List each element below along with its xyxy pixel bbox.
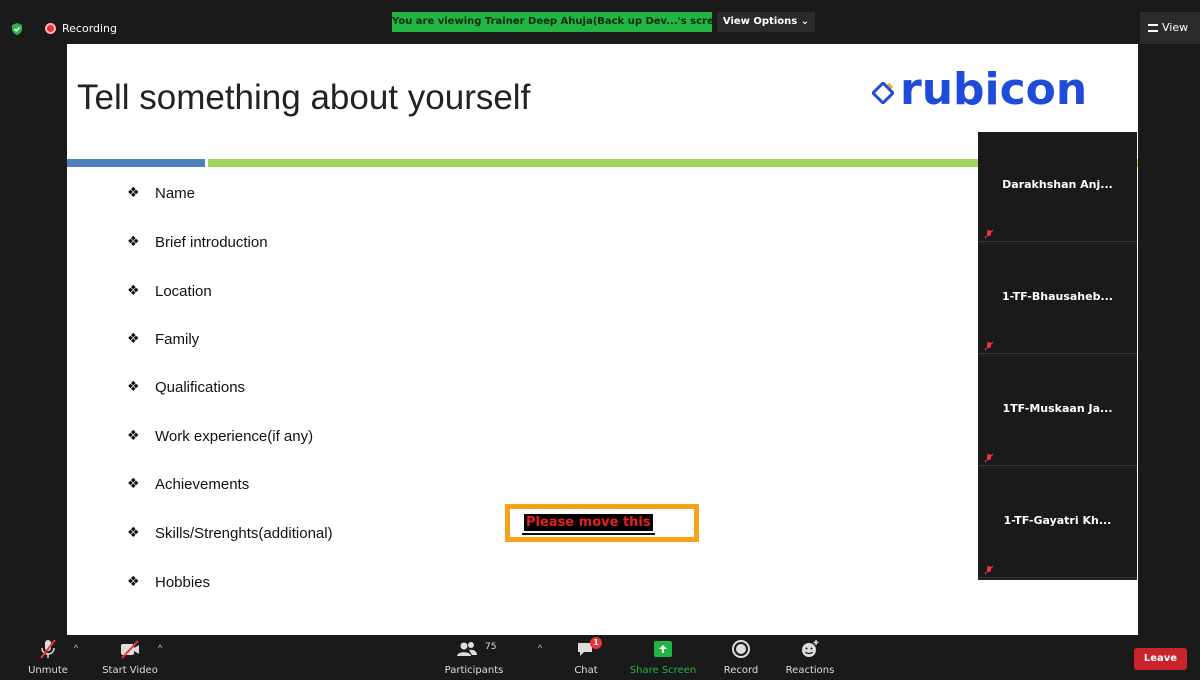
view-button[interactable]: View: [1140, 12, 1200, 44]
unmute-label: Unmute: [28, 665, 68, 676]
list-item: ❖ Hobbies: [127, 573, 210, 595]
bullet-text: Location: [155, 283, 212, 300]
shield-icon[interactable]: [10, 22, 24, 36]
list-item: ❖ Name: [127, 184, 195, 206]
grid-icon: [1148, 24, 1158, 32]
annotation-sticker[interactable]: Please move this: [505, 504, 699, 542]
logo-text: rubicon: [900, 64, 1088, 115]
bullet-text: Family: [155, 331, 200, 348]
participants-options-caret-icon[interactable]: ^: [538, 643, 542, 653]
view-label: View: [1162, 21, 1189, 34]
recording-label: Recording: [62, 22, 118, 35]
muted-mic-icon: [984, 565, 994, 575]
unmute-button[interactable]: Unmute: [22, 635, 74, 680]
reactions-button[interactable]: Reactions: [782, 635, 838, 680]
leave-button[interactable]: Leave: [1134, 648, 1187, 670]
participant-tile[interactable]: 1-TF-Bhausaheb...: [978, 244, 1137, 354]
muted-mic-icon: [984, 341, 994, 351]
bullet-text: Hobbies: [155, 574, 211, 591]
sticker-text-wrap: Please move this: [522, 513, 655, 535]
share-screen-button[interactable]: Share Screen: [628, 635, 698, 680]
view-options-button[interactable]: View Options ⌄: [717, 12, 815, 32]
diamond-bullet-icon: ❖: [127, 185, 140, 201]
share-screen-icon: [654, 641, 672, 657]
list-item: ❖ Location: [127, 282, 212, 304]
bullet-text: Brief introduction: [155, 234, 268, 251]
diamond-bullet-icon: ❖: [127, 476, 140, 492]
diamond-bullet-icon: ❖: [127, 234, 140, 250]
viewing-banner: You are viewing Trainer Deep Ahuja(Back …: [392, 12, 712, 32]
participants-count: 75: [485, 642, 497, 652]
participant-name: 1-TF-Gayatri Kh...: [1003, 514, 1112, 527]
bullet-text: Work experience(if any): [155, 428, 314, 445]
chat-badge: 1: [590, 637, 602, 649]
list-item: ❖ Skills/Strenghts(additional): [127, 524, 333, 546]
diamond-bullet-icon: ❖: [127, 525, 140, 541]
chat-button[interactable]: 1 Chat: [566, 635, 606, 680]
reactions-label: Reactions: [785, 665, 835, 676]
diamond-bullet-icon: ❖: [127, 574, 140, 590]
record-button[interactable]: Record: [718, 635, 764, 680]
start-video-button[interactable]: Start Video: [98, 635, 162, 680]
diamond-bullet-icon: ❖: [127, 428, 140, 444]
unmute-options-caret-icon[interactable]: ^: [74, 643, 78, 653]
diamond-bullet-icon: ❖: [127, 283, 140, 299]
participant-name: 1TF-Muskaan Ja...: [1002, 402, 1113, 415]
video-options-caret-icon[interactable]: ^: [158, 643, 162, 653]
participant-name: 1-TF-Bhausaheb...: [1002, 290, 1113, 303]
share-screen-label: Share Screen: [629, 665, 697, 676]
diamond-icon: [872, 82, 894, 104]
muted-mic-icon: [984, 229, 994, 239]
diamond-bullet-icon: ❖: [127, 331, 140, 347]
divider-blue: [67, 159, 205, 167]
participants-button[interactable]: 75 Participants: [438, 635, 510, 680]
participant-tile[interactable]: 1TF-Muskaan Ja...: [978, 356, 1137, 466]
participant-tile[interactable]: Darakhshan Anj...: [978, 132, 1137, 242]
list-item: ❖ Brief introduction: [127, 233, 268, 255]
chat-label: Chat: [574, 665, 598, 676]
video-off-icon: [121, 640, 139, 659]
bullet-text: Skills/Strenghts(additional): [155, 525, 333, 542]
record-label: Record: [723, 665, 759, 676]
participants-icon: [456, 642, 477, 656]
participant-tile[interactable]: 1-TF-Gayatri Kh...: [978, 468, 1137, 578]
list-item: ❖ Family: [127, 330, 199, 352]
sticker-text: Please move this: [524, 514, 653, 531]
meeting-toolbar: Unmute ^ Start Video ^ 75 Participants ^…: [0, 635, 1200, 680]
recording-dot-icon: [45, 23, 56, 34]
diamond-bullet-icon: ❖: [127, 379, 140, 395]
bullet-text: Qualifications: [155, 379, 246, 396]
reactions-icon: [802, 640, 819, 657]
list-item: ❖ Qualifications: [127, 378, 245, 400]
muted-mic-icon: [984, 453, 994, 463]
participant-gallery[interactable]: Darakhshan Anj... 1-TF-Bhausaheb... 1TF-…: [978, 132, 1137, 580]
list-item: ❖ Work experience(if any): [127, 427, 313, 449]
list-item: ❖ Achievements: [127, 475, 249, 497]
top-bar: Recording You are viewing Trainer Deep A…: [0, 0, 1200, 44]
slide-title: Tell something about yourself: [77, 78, 531, 117]
start-video-label: Start Video: [102, 665, 158, 676]
bullet-text: Name: [155, 185, 196, 202]
record-icon: [732, 640, 750, 658]
muted-mic-icon: [40, 639, 56, 659]
participant-name: Darakhshan Anj...: [1002, 178, 1113, 191]
bullet-text: Achievements: [155, 476, 250, 493]
participants-label: Participants: [444, 665, 504, 676]
